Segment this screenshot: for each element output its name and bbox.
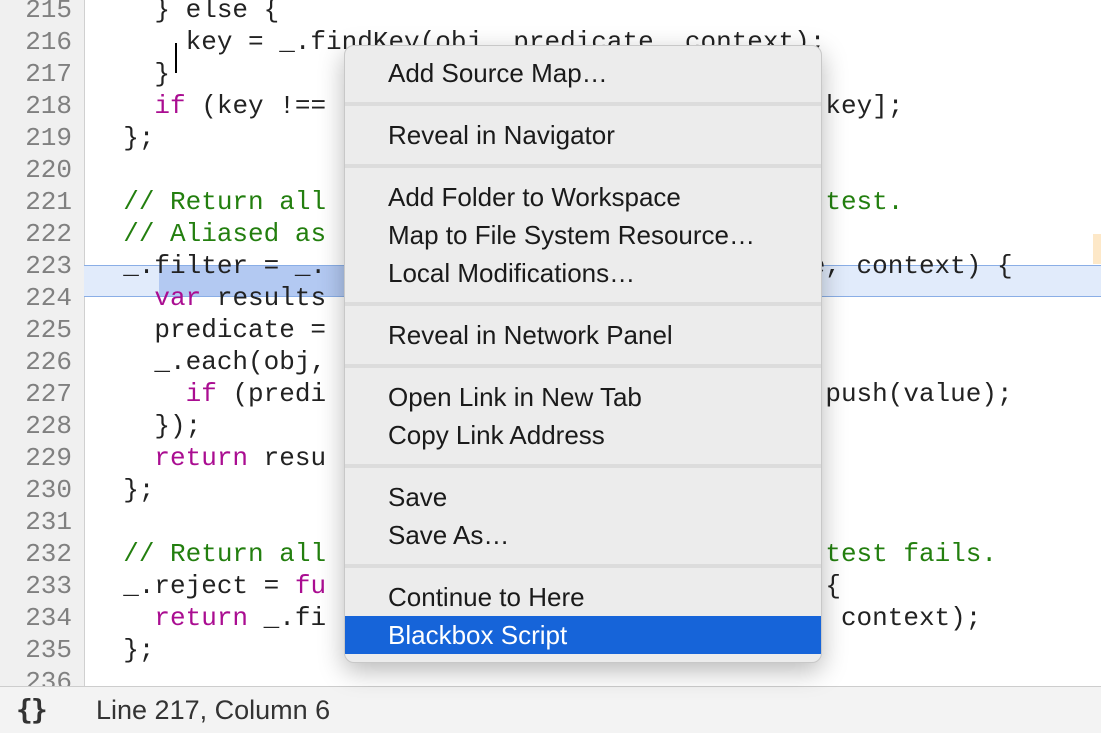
code-line: };: [92, 122, 154, 154]
code-token: };: [92, 475, 155, 505]
code-token: if: [154, 91, 186, 121]
code-line: // Aliased as: [92, 218, 326, 250]
context-menu[interactable]: Add Source Map… Reveal in Navigator Add Fo…: [344, 45, 822, 663]
line-number[interactable]: 229: [0, 442, 72, 474]
code-line: };: [92, 474, 154, 506]
code-token: });: [92, 411, 202, 441]
code-token: return: [154, 443, 249, 473]
pretty-print-icon[interactable]: {}: [16, 693, 48, 726]
code-token: };: [92, 123, 155, 153]
line-number[interactable]: 234: [0, 602, 72, 634]
line-marker: [1093, 234, 1101, 264]
menu-item-continue-to-here[interactable]: Continue to Here: [345, 578, 821, 616]
code-line: };: [92, 634, 154, 666]
status-bar: {} Line 217, Column 6: [0, 686, 1101, 733]
line-number[interactable]: 235: [0, 634, 72, 666]
code-token: // Return all: [123, 539, 327, 569]
line-number[interactable]: 223: [0, 250, 72, 282]
menu-item-save-as[interactable]: Save As…: [345, 516, 821, 554]
line-number-gutter[interactable]: 215 216 217 218 219 220 221 222 223 224 225 226 227 2…: [0, 0, 85, 686]
menu-separator: [345, 464, 821, 468]
code-token: // Aliased as: [123, 219, 327, 249]
code-line: return resu: [92, 442, 326, 474]
menu-separator: [345, 302, 821, 306]
menu-item-add-folder-to-workspace[interactable]: Add Folder to Workspace: [345, 178, 821, 216]
code-line: }: [92, 58, 170, 90]
menu-item-reveal-in-navigator[interactable]: Reveal in Navigator: [345, 116, 821, 154]
code-token: results: [201, 283, 327, 313]
menu-item-copy-link-address[interactable]: Copy Link Address: [345, 416, 821, 454]
code-token: _.filter = _.: [92, 251, 327, 281]
text-caret: [175, 43, 177, 73]
line-number[interactable]: 228: [0, 410, 72, 442]
menu-item-add-source-map[interactable]: Add Source Map…: [345, 54, 821, 92]
line-number[interactable]: 220: [0, 154, 72, 186]
code-line: });: [92, 410, 201, 442]
code-token: _.reject =: [92, 571, 295, 601]
code-token: (predi: [216, 379, 327, 409]
code-token: (key !==: [185, 91, 327, 121]
menu-separator: [345, 564, 821, 568]
menu-item-map-to-file-system-resource[interactable]: Map to File System Resource…: [345, 216, 821, 254]
code-token: _.fi: [248, 603, 327, 633]
line-number[interactable]: 232: [0, 538, 72, 570]
line-number[interactable]: 222: [0, 218, 72, 250]
menu-item-save[interactable]: Save: [345, 478, 821, 516]
code-token: };: [92, 635, 155, 665]
code-token: predicate =: [92, 315, 327, 345]
line-number[interactable]: 233: [0, 570, 72, 602]
line-number[interactable]: 236: [0, 666, 72, 686]
line-number[interactable]: 231: [0, 506, 72, 538]
code-line: } else {: [92, 0, 279, 26]
menu-item-reveal-in-network-panel[interactable]: Reveal in Network Panel: [345, 316, 821, 354]
code-token: if: [185, 379, 217, 409]
menu-separator: [345, 164, 821, 168]
code-token: // Return all: [123, 187, 327, 217]
code-token: return: [154, 603, 249, 633]
code-token: var: [154, 283, 202, 313]
line-number[interactable]: 225: [0, 314, 72, 346]
cursor-position: Line 217, Column 6: [96, 695, 331, 725]
code-line: predicate =: [92, 314, 326, 346]
menu-separator: [345, 102, 821, 106]
line-number[interactable]: 215: [0, 0, 72, 26]
line-number[interactable]: 227: [0, 378, 72, 410]
code-token: _.each(obj,: [92, 347, 327, 377]
menu-item-blackbox-script[interactable]: Blackbox Script: [345, 616, 821, 654]
code-line: var results: [92, 282, 326, 314]
line-number[interactable]: 226: [0, 346, 72, 378]
menu-item-local-modifications[interactable]: Local Modifications…: [345, 254, 821, 292]
line-number[interactable]: 216: [0, 26, 72, 58]
code-token: } else {: [92, 0, 280, 25]
line-number[interactable]: 217: [0, 58, 72, 90]
line-number[interactable]: 224: [0, 282, 72, 314]
menu-item-open-link-in-new-tab[interactable]: Open Link in New Tab: [345, 378, 821, 416]
code-token: resu: [248, 443, 327, 473]
code-token: }: [92, 59, 171, 89]
code-token: fu: [294, 571, 327, 601]
line-number[interactable]: 218: [0, 90, 72, 122]
line-number[interactable]: 230: [0, 474, 72, 506]
menu-separator: [345, 364, 821, 368]
line-number[interactable]: 219: [0, 122, 72, 154]
line-number[interactable]: 221: [0, 186, 72, 218]
